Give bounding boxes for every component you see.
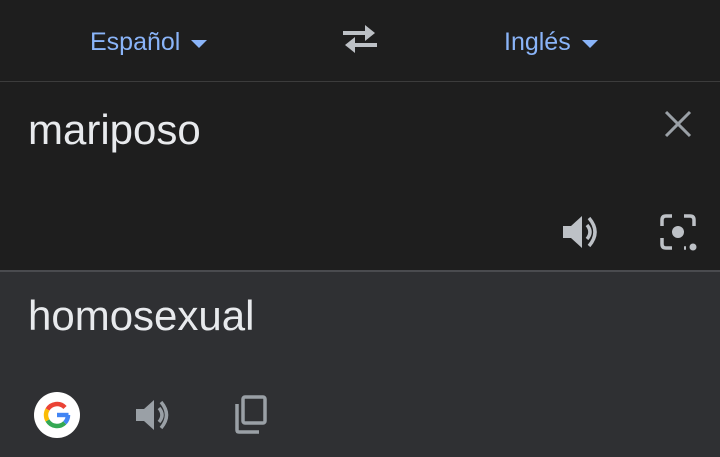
target-language-button[interactable]: Inglés	[504, 22, 598, 62]
caret-down-icon	[191, 40, 208, 48]
listen-source-button[interactable]	[558, 210, 602, 254]
clear-text-button[interactable]	[660, 106, 696, 142]
swap-languages-button[interactable]	[339, 22, 381, 56]
listen-translation-button[interactable]	[132, 394, 174, 436]
source-text[interactable]: mariposo	[28, 104, 201, 156]
google-search-button[interactable]	[34, 392, 80, 438]
source-language-label: Español	[90, 27, 181, 56]
caret-down-icon	[581, 40, 598, 48]
source-text-panel[interactable]: mariposo	[0, 82, 720, 270]
target-language-label: Inglés	[504, 27, 571, 56]
source-language-button[interactable]: Español	[90, 22, 208, 62]
close-icon	[664, 110, 692, 138]
translate-app: Español Inglés mariposo homosexual	[0, 0, 720, 457]
speaker-icon	[563, 216, 597, 248]
translation-panel: homosexual	[0, 272, 720, 457]
google-icon	[43, 401, 71, 429]
translated-text: homosexual	[28, 292, 255, 339]
camera-icon	[660, 214, 697, 251]
copy-translation-button[interactable]	[230, 392, 272, 436]
copy-icon	[235, 395, 267, 434]
speaker-icon	[136, 400, 169, 430]
camera-translate-button[interactable]	[656, 210, 700, 254]
swap-arrows-icon	[343, 25, 377, 53]
language-bar: Español Inglés	[0, 0, 720, 81]
